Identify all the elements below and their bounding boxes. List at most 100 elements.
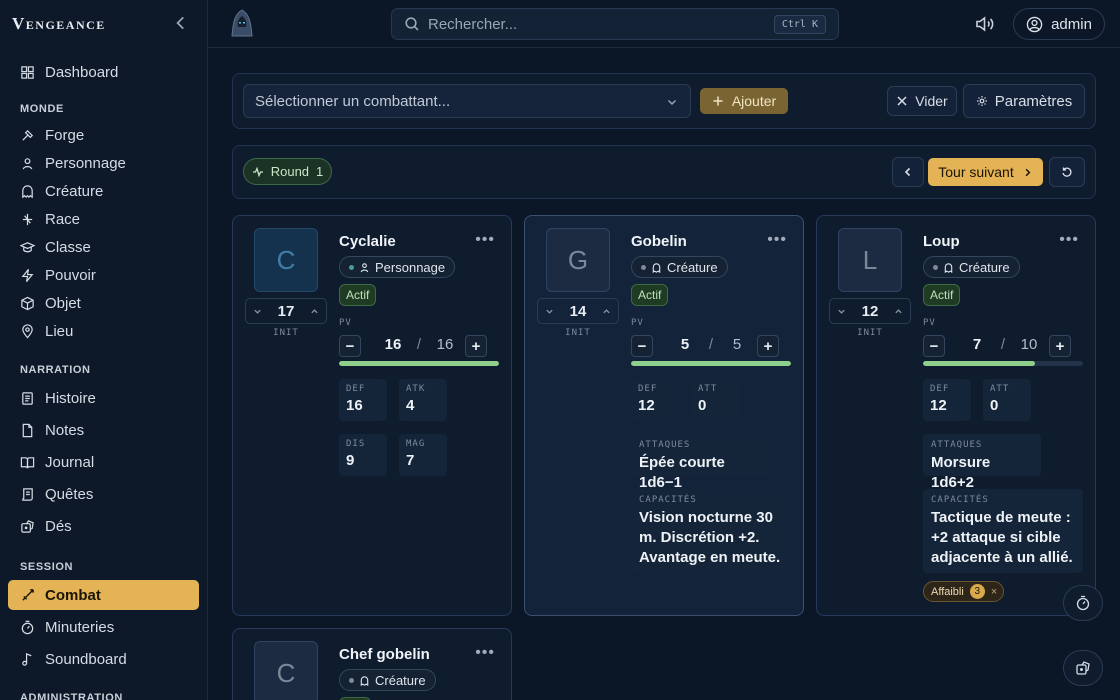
chevron-down-icon[interactable] <box>837 307 846 316</box>
sidebar-item-lieu[interactable]: Lieu <box>8 316 199 346</box>
combatant-name: Chef gobelin <box>339 646 430 663</box>
avatar: G <box>546 228 610 292</box>
type-label: Créature <box>667 259 718 275</box>
search-shortcut: Ctrl K <box>773 15 826 34</box>
previous-turn-button[interactable] <box>892 157 924 187</box>
search-placeholder: Rechercher... <box>428 15 518 33</box>
combatant-select[interactable]: Sélectionner un combattant... <box>243 84 691 118</box>
map-pin-icon <box>22 323 33 339</box>
effect-badge[interactable]: Affaibli 3 × <box>923 581 1005 602</box>
chevron-down-icon[interactable] <box>545 307 554 316</box>
speaker-icon[interactable] <box>974 14 996 34</box>
user-menu-button[interactable]: admin <box>1013 8 1105 40</box>
sidebar-item-combat[interactable]: Combat <box>8 580 199 610</box>
pv-decrease-button[interactable]: − <box>339 335 361 357</box>
sidebar-item-notes[interactable]: Notes <box>8 415 199 445</box>
combatant-card[interactable]: G 14 INIT Gobelin ••• Créature Actif PV … <box>524 215 804 616</box>
pv-increase-button[interactable]: + <box>465 335 487 357</box>
sidebar-item-objet[interactable]: Objet <box>8 288 199 318</box>
timer-icon <box>1076 595 1090 611</box>
pv-current[interactable]: 7 <box>957 336 997 353</box>
combatant-card[interactable]: L 12 INIT Loup ••• Créature Actif PV − 7… <box>816 215 1096 616</box>
pv-increase-button[interactable]: + <box>1049 335 1071 357</box>
pv-current[interactable]: 5 <box>665 336 705 353</box>
avatar: C <box>254 641 318 700</box>
add-combatant-button[interactable]: Ajouter <box>700 88 788 114</box>
next-turn-button[interactable]: Tour suivant <box>928 158 1043 186</box>
type-dot <box>933 264 938 270</box>
initiative-stepper[interactable]: 12 <box>829 298 911 324</box>
timer-fab[interactable] <box>1063 585 1103 621</box>
dice-fab[interactable] <box>1063 650 1103 686</box>
pv-label: PV <box>631 318 644 328</box>
sidebar-item-creature[interactable]: Créature <box>8 176 199 206</box>
combatant-card[interactable]: C 17 INIT Cyclalie ••• Personnage Actif … <box>232 215 512 616</box>
user-circle-icon <box>1026 16 1043 32</box>
sidebar-item-forge[interactable]: Forge <box>8 120 199 150</box>
attacks-block: ATTAQUES Épée courte 1d6−1 <box>631 434 769 491</box>
pv-decrease-button[interactable]: − <box>923 335 945 357</box>
pv-stepper: − 16 / 16 + <box>339 335 499 357</box>
sidebar-item-race[interactable]: Race <box>8 204 199 234</box>
sidebar-item-personnage[interactable]: Personnage <box>8 148 199 178</box>
sidebar-item-label: Dashboard <box>45 63 119 81</box>
type-dot <box>641 264 646 270</box>
sidebar-item-minuteries[interactable]: Minuteries <box>8 612 199 642</box>
sidebar-item-classe[interactable]: Classe <box>8 232 199 262</box>
status-badge[interactable]: Actif <box>339 284 377 306</box>
pv-max: 10 <box>1020 336 1038 353</box>
sidebar-item-des[interactable]: Dés <box>8 511 199 541</box>
more-options-icon[interactable]: ••• <box>767 231 787 249</box>
stat-att: ATT 0 <box>983 379 1031 421</box>
chevron-down-icon[interactable] <box>253 307 262 316</box>
pv-bar <box>923 361 1083 366</box>
initiative-stepper[interactable]: 14 <box>537 298 619 324</box>
more-options-icon[interactable]: ••• <box>475 231 495 249</box>
combatant-name: Gobelin <box>631 233 687 250</box>
package-icon <box>21 296 34 310</box>
dna-icon <box>22 213 33 225</box>
initiative-stepper[interactable]: 17 <box>245 298 327 324</box>
sidebar-item-quetes[interactable]: Quêtes <box>8 479 199 509</box>
stat-def: DEF 12 <box>923 379 971 421</box>
settings-button[interactable]: Paramètres <box>963 84 1085 118</box>
type-label: Créature <box>375 672 426 688</box>
search-icon <box>405 17 419 31</box>
status-badge[interactable]: Actif <box>923 284 961 306</box>
user-name: admin <box>1051 15 1092 33</box>
clear-button[interactable]: Vider <box>887 86 957 116</box>
chevron-up-icon[interactable] <box>310 307 319 316</box>
app-brand[interactable]: Vengeance <box>12 14 106 34</box>
sidebar-item-label: Soundboard <box>45 650 127 668</box>
sidebar-item-histoire[interactable]: Histoire <box>8 383 199 413</box>
sidebar-item-pouvoir[interactable]: Pouvoir <box>8 260 199 290</box>
sidebar: Vengeance Dashboard MONDE Forge Personna… <box>0 0 208 700</box>
combatant-name: Loup <box>923 233 960 250</box>
chevron-up-icon[interactable] <box>894 307 903 316</box>
effect-count: 3 <box>969 584 985 599</box>
more-options-icon[interactable]: ••• <box>475 644 495 662</box>
pv-decrease-button[interactable]: − <box>631 335 653 357</box>
sidebar-item-dashboard[interactable]: Dashboard <box>8 57 199 87</box>
remove-effect-icon[interactable]: × <box>991 586 997 598</box>
sidebar-item-label: Forge <box>45 126 85 144</box>
chevron-up-icon[interactable] <box>602 307 611 316</box>
pv-separator: / <box>1000 336 1006 353</box>
initiative-label: INIT <box>565 328 591 338</box>
more-options-icon[interactable]: ••• <box>1059 231 1079 249</box>
combatant-card[interactable]: C Chef gobelin ••• Créature <box>232 628 512 700</box>
avatar: L <box>838 228 902 292</box>
music-note-icon <box>22 652 32 666</box>
sidebar-item-journal[interactable]: Journal <box>8 447 199 477</box>
graduation-cap-icon <box>20 241 35 252</box>
sidebar-item-soundboard[interactable]: Soundboard <box>8 644 199 674</box>
reset-button[interactable] <box>1049 157 1085 187</box>
hooded-figure-logo-icon[interactable] <box>228 8 256 38</box>
chevron-down-icon <box>667 99 677 106</box>
pv-label: PV <box>339 318 352 328</box>
collapse-sidebar-icon[interactable] <box>172 14 190 32</box>
pv-increase-button[interactable]: + <box>757 335 779 357</box>
pv-current[interactable]: 16 <box>373 336 413 353</box>
search-input[interactable]: Rechercher... Ctrl K <box>391 8 839 40</box>
status-badge[interactable]: Actif <box>631 284 669 306</box>
